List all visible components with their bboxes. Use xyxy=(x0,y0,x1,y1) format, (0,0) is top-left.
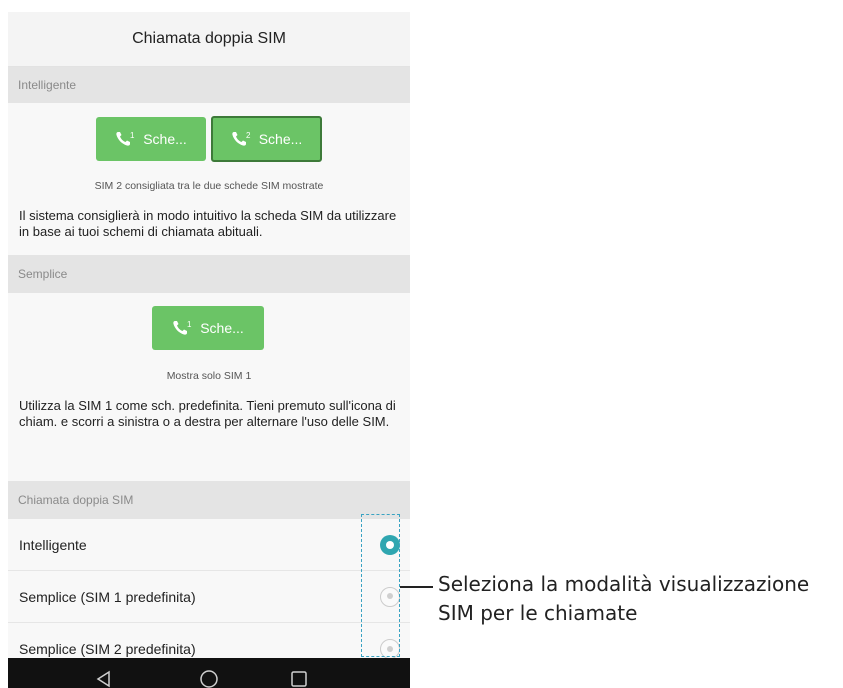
section-header-mode-label: Chiamata doppia SIM xyxy=(18,493,134,507)
option-label: Semplice (SIM 2 predefinita) xyxy=(19,641,196,657)
sim1-call-button[interactable]: 1 Sche... xyxy=(96,117,206,161)
simple-sim1-call-button[interactable]: 1 Sche... xyxy=(152,306,264,350)
page-title-text: Chiamata doppia SIM xyxy=(132,30,286,47)
svg-text:1: 1 xyxy=(130,131,135,140)
section-header-mode: Chiamata doppia SIM xyxy=(8,481,410,519)
callout-text: Seleziona la modalità visualizzazione SI… xyxy=(438,570,809,628)
phone-sim1-icon: 1 xyxy=(116,131,135,146)
navigation-bar xyxy=(8,658,410,688)
phone-screen: Chiamata doppia SIM Intelligente 1 Sche.… xyxy=(8,12,410,688)
option-label: Intelligente xyxy=(19,536,87,553)
section-header-simple: Semplice xyxy=(8,255,410,293)
phone-sim2-icon: 2 xyxy=(232,131,251,146)
callout-leader-line xyxy=(400,586,433,588)
option-label: Semplice (SIM 1 predefinita) xyxy=(19,588,196,605)
simple-sim1-button-label: Sche... xyxy=(200,320,244,336)
option-simple-sim1[interactable]: Semplice (SIM 1 predefinita) xyxy=(8,571,410,623)
home-icon[interactable] xyxy=(199,669,219,688)
back-icon[interactable] xyxy=(94,669,114,688)
svg-text:2: 2 xyxy=(246,131,251,140)
simple-description: Utilizza la SIM 1 come sch. predefinita.… xyxy=(19,398,396,429)
radio-column-highlight xyxy=(361,514,400,657)
intelligent-caption: SIM 2 consigliata tra le due schede SIM … xyxy=(94,180,324,192)
sim1-button-label: Sche... xyxy=(143,131,187,147)
svg-text:1: 1 xyxy=(187,320,192,329)
intelligent-description: Il sistema consiglierà in modo intuitivo… xyxy=(19,208,397,239)
callout-line-1: Seleziona la modalità visualizzazione xyxy=(438,572,810,596)
sim2-call-button[interactable]: 2 Sche... xyxy=(211,116,322,162)
page-title: Chiamata doppia SIM xyxy=(8,12,410,67)
section-header-intelligent: Intelligente xyxy=(8,67,410,103)
sim2-button-label: Sche... xyxy=(258,131,303,147)
option-intelligent[interactable]: Intelligente xyxy=(8,519,410,571)
simple-caption: Mostra solo SIM 1 xyxy=(166,370,252,382)
section-header-simple-label: Semplice xyxy=(18,267,68,281)
section-header-intelligent-label: Intelligente xyxy=(18,78,77,92)
callout-line-2: SIM per le chiamate xyxy=(438,601,638,625)
recents-icon[interactable] xyxy=(289,669,309,688)
phone-sim1-icon: 1 xyxy=(173,320,192,335)
